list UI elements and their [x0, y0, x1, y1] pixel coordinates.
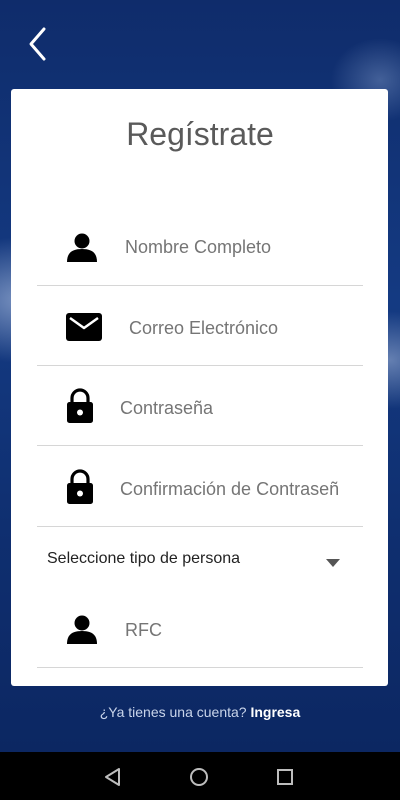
system-nav-bar: [0, 752, 400, 800]
password-field[interactable]: Contraseña: [37, 366, 363, 446]
page-title: Regístrate: [126, 116, 274, 152]
mail-icon: [66, 313, 102, 346]
divider: [37, 667, 363, 668]
login-link[interactable]: Ingresa: [250, 704, 300, 720]
chevron-left-icon: [29, 27, 46, 61]
home-circle-icon[interactable]: [188, 766, 210, 788]
back-button[interactable]: [22, 24, 58, 64]
password-input[interactable]: Contraseña: [120, 398, 213, 419]
back-triangle-icon[interactable]: [102, 766, 124, 788]
rfc-input[interactable]: RFC: [125, 620, 162, 641]
confirm-password-field[interactable]: Confirmación de Contraseñ: [37, 447, 363, 527]
email-field[interactable]: Correo Electrónico: [37, 286, 363, 366]
person-icon: [66, 614, 98, 649]
person-type-select[interactable]: Seleccione tipo de persona: [37, 528, 363, 588]
rfc-field[interactable]: RFC: [37, 588, 363, 668]
email-input[interactable]: Correo Electrónico: [129, 318, 278, 339]
person-type-select-label: Seleccione tipo de persona: [47, 550, 241, 567]
person-icon: [66, 232, 98, 267]
login-question: ¿Ya tienes una cuenta?: [99, 704, 247, 720]
confirm-password-input[interactable]: Confirmación de Contraseñ: [120, 479, 352, 500]
login-prompt: ¿Ya tienes una cuenta? Ingresa: [0, 704, 400, 720]
full-name-input[interactable]: Nombre Completo: [125, 237, 271, 258]
recents-square-icon[interactable]: [274, 766, 296, 788]
lock-icon: [66, 469, 94, 510]
divider: [37, 445, 363, 446]
caret-down-icon: [326, 554, 340, 572]
full-name-field[interactable]: Nombre Completo: [37, 206, 363, 286]
divider: [37, 526, 363, 527]
lock-icon: [66, 388, 94, 429]
